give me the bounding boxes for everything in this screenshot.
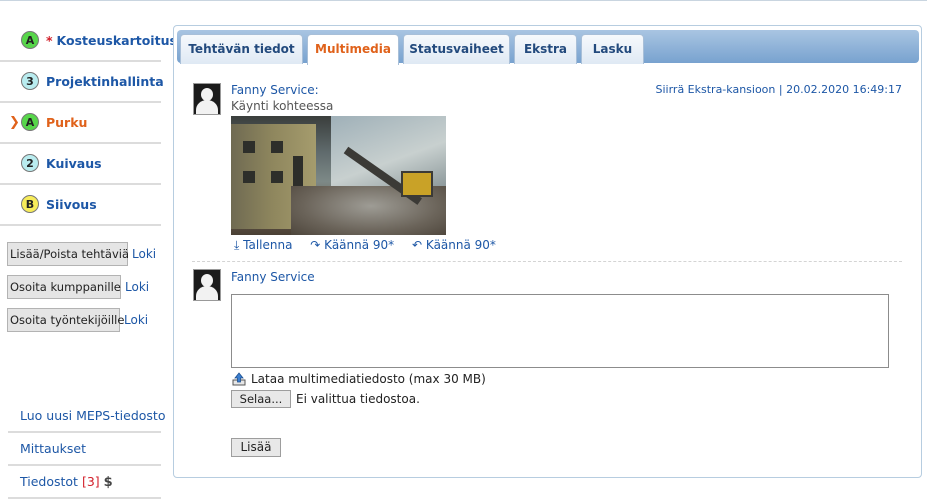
tab-status-phases[interactable]: Statusvaiheet xyxy=(403,34,510,64)
add-remove-tasks-button[interactable]: Lisää/Poista tehtäviä xyxy=(7,242,129,266)
tab-invoice[interactable]: Lasku xyxy=(581,34,644,64)
comment-textarea[interactable] xyxy=(231,294,889,368)
assign-employees-button[interactable]: Osoita työntekijöille xyxy=(7,308,124,332)
sidebar-bottom-links: Luo uusi MEPS-tiedosto Mittaukset Tiedos… xyxy=(8,400,165,499)
sidebar-task-kuivaus[interactable]: 2 Kuivaus xyxy=(0,144,161,185)
avatar xyxy=(193,269,221,301)
sidebar-task-purku[interactable]: ❯ A Purku xyxy=(0,103,161,144)
image-actions: ⤓ Tallenna ↷ Käännä 90* ↶ Käännä 90* xyxy=(234,238,510,253)
browse-button[interactable]: Selaa... xyxy=(231,390,291,408)
task-badge: 2 xyxy=(21,154,39,172)
task-label: Purku xyxy=(46,115,88,130)
current-task-arrow-icon: ❯ xyxy=(9,115,20,130)
log-link[interactable]: Loki xyxy=(125,280,149,294)
upload-label: Lataa multimediatiedosto (max 30 MB) xyxy=(251,372,486,386)
files-label: Tiedostot xyxy=(20,474,78,489)
task-label: Projektinhallinta xyxy=(46,74,164,89)
log-link[interactable]: Loki xyxy=(132,247,156,261)
rotate-left-icon: ↶ xyxy=(412,238,423,252)
sidebar-task-siivous[interactable]: B Siivous xyxy=(0,185,161,226)
task-badge: B xyxy=(21,195,39,213)
tab-extra[interactable]: Ekstra xyxy=(514,34,577,64)
post-timestamp: 20.02.2020 16:49:17 xyxy=(786,83,902,96)
task-label: Kuivaus xyxy=(46,156,102,171)
sidebar-task-kosteuskartoitus[interactable]: A * Kosteuskartoitus xyxy=(0,21,177,62)
task-label: Kosteuskartoitus xyxy=(56,33,177,48)
meta-separator: | xyxy=(778,83,783,96)
top-border xyxy=(0,0,927,1)
no-file-text: Ei valittua tiedostoa. xyxy=(296,392,420,406)
rotate-right-icon: ↷ xyxy=(310,238,321,252)
task-label: Siivous xyxy=(46,197,97,212)
tab-bar: Tehtävän tiedot Multimedia Statusvaiheet… xyxy=(177,30,919,65)
post-divider xyxy=(192,261,902,262)
task-badge: A xyxy=(21,113,39,131)
add-button[interactable]: Lisää xyxy=(231,438,281,457)
tab-task-details[interactable]: Tehtävän tiedot xyxy=(180,34,303,64)
new-meps-file-link[interactable]: Luo uusi MEPS-tiedosto xyxy=(8,400,165,433)
save-image-link[interactable]: ⤓ Tallenna xyxy=(234,238,292,252)
files-link[interactable]: Tiedostot [3] $ xyxy=(8,466,161,499)
post-text: Käynti kohteessa xyxy=(231,99,334,113)
files-count: [3] xyxy=(81,474,100,489)
tab-multimedia[interactable]: Multimedia xyxy=(307,34,399,65)
measurements-link[interactable]: Mittaukset xyxy=(8,433,161,466)
task-detail-panel: Tehtävän tiedot Multimedia Statusvaiheet… xyxy=(173,25,922,478)
demolition-photo[interactable] xyxy=(231,116,446,235)
required-star-icon: * xyxy=(46,33,53,48)
log-link[interactable]: Loki xyxy=(124,313,148,327)
sidebar: A * Kosteuskartoitus 3 Projektinhallinta … xyxy=(0,21,177,226)
avatar xyxy=(193,83,221,115)
dollar-icon: $ xyxy=(103,475,113,490)
reply-author: Fanny Service xyxy=(231,270,315,284)
move-to-extra-link[interactable]: Siirrä Ekstra-kansioon xyxy=(656,83,776,96)
assign-partner-button[interactable]: Osoita kumppanille xyxy=(7,275,121,299)
rotate-right-link[interactable]: ↷ Käännä 90* xyxy=(310,238,394,252)
download-icon: ⤓ xyxy=(234,238,240,252)
post-author: Fanny Service: xyxy=(231,83,319,97)
task-badge: A xyxy=(21,31,39,49)
sidebar-task-projektinhallinta[interactable]: 3 Projektinhallinta xyxy=(0,62,164,103)
upload-icon xyxy=(232,372,246,386)
task-badge: 3 xyxy=(21,72,39,90)
post-meta: Siirrä Ekstra-kansioon | 20.02.2020 16:4… xyxy=(656,83,903,96)
rotate-left-link[interactable]: ↶ Käännä 90* xyxy=(412,238,496,252)
